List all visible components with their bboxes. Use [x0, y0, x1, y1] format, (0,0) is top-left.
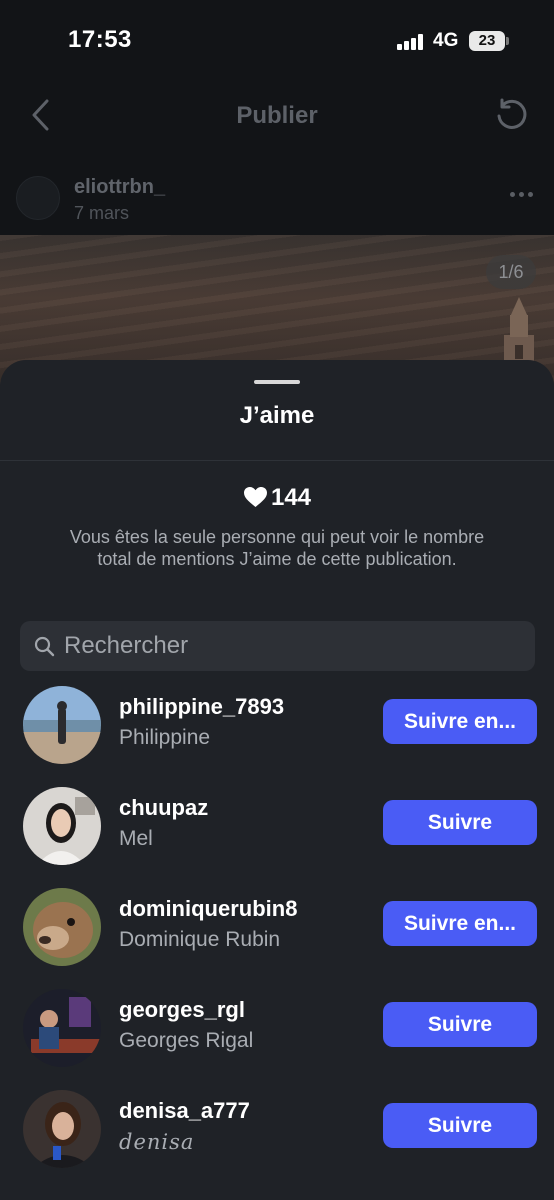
- list-item[interactable]: philippine_7893 Philippine Suivre en...: [0, 682, 554, 772]
- likes-count-row: 144: [0, 484, 554, 512]
- likes-privacy-note: Vous êtes la seule personne qui peut voi…: [69, 527, 485, 569]
- follow-button[interactable]: Suivre: [383, 1103, 537, 1148]
- user-fullname: denisa: [119, 1130, 195, 1154]
- avatar[interactable]: [23, 989, 101, 1067]
- post-header: Publier: [0, 84, 554, 146]
- username[interactable]: philippine_7893: [119, 694, 284, 720]
- follow-back-button[interactable]: Suivre en...: [383, 699, 537, 744]
- follow-button[interactable]: Suivre: [383, 800, 537, 845]
- list-item[interactable]: georges_rgl Georges Rigal Suivre: [0, 985, 554, 1075]
- list-item[interactable]: denisa_a777 denisa Suivre: [0, 1086, 554, 1176]
- username[interactable]: chuupaz: [119, 795, 208, 821]
- list-item[interactable]: dominiquerubin8 Dominique Rubin Suivre e…: [0, 884, 554, 974]
- author-avatar[interactable]: [16, 176, 60, 220]
- follow-button[interactable]: Suivre: [383, 1002, 537, 1047]
- search-box[interactable]: [20, 621, 535, 671]
- avatar[interactable]: [23, 686, 101, 764]
- user-fullname: Dominique Rubin: [119, 928, 281, 951]
- user-fullname: Mel: [119, 827, 153, 850]
- search-icon: [34, 636, 55, 657]
- battery-icon: 23: [469, 31, 505, 51]
- refresh-icon[interactable]: [494, 96, 530, 132]
- username[interactable]: dominiquerubin8: [119, 896, 297, 922]
- search-input[interactable]: [64, 621, 524, 671]
- likes-sheet: J’aime 144 Vous êtes la seule personne q…: [0, 360, 554, 1200]
- user-fullname: Georges Rigal: [119, 1029, 254, 1052]
- heart-icon: [243, 487, 267, 507]
- avatar[interactable]: [23, 1090, 101, 1168]
- author-name[interactable]: eliottrbn_: [74, 176, 165, 199]
- signal-icon: [397, 34, 425, 50]
- post-author-row: eliottrbn_ 7 mars: [0, 170, 554, 232]
- follow-back-button[interactable]: Suivre en...: [383, 901, 537, 946]
- user-fullname: Philippine: [119, 726, 211, 749]
- screen: 17:53 4G 23 Publier eliottrbn_ 7 mars 1/…: [0, 0, 554, 1200]
- page-title: Publier: [236, 102, 318, 129]
- likes-count: 144: [270, 484, 312, 511]
- sheet-grabber[interactable]: [254, 380, 300, 384]
- username[interactable]: denisa_a777: [119, 1098, 250, 1124]
- more-icon[interactable]: [510, 192, 536, 200]
- sheet-title: J’aime: [239, 402, 315, 429]
- network-label: 4G: [433, 30, 459, 51]
- status-time: 17:53: [68, 26, 132, 53]
- image-counter: 1/6: [486, 255, 536, 289]
- sheet-divider: [0, 460, 554, 461]
- username[interactable]: georges_rgl: [119, 997, 245, 1023]
- list-item[interactable]: chuupaz Mel Suivre: [0, 783, 554, 873]
- post-date: 7 mars: [74, 203, 130, 223]
- status-bar: 17:53 4G 23: [0, 0, 554, 84]
- battery-cap: [506, 37, 509, 45]
- avatar[interactable]: [23, 888, 101, 966]
- avatar[interactable]: [23, 787, 101, 865]
